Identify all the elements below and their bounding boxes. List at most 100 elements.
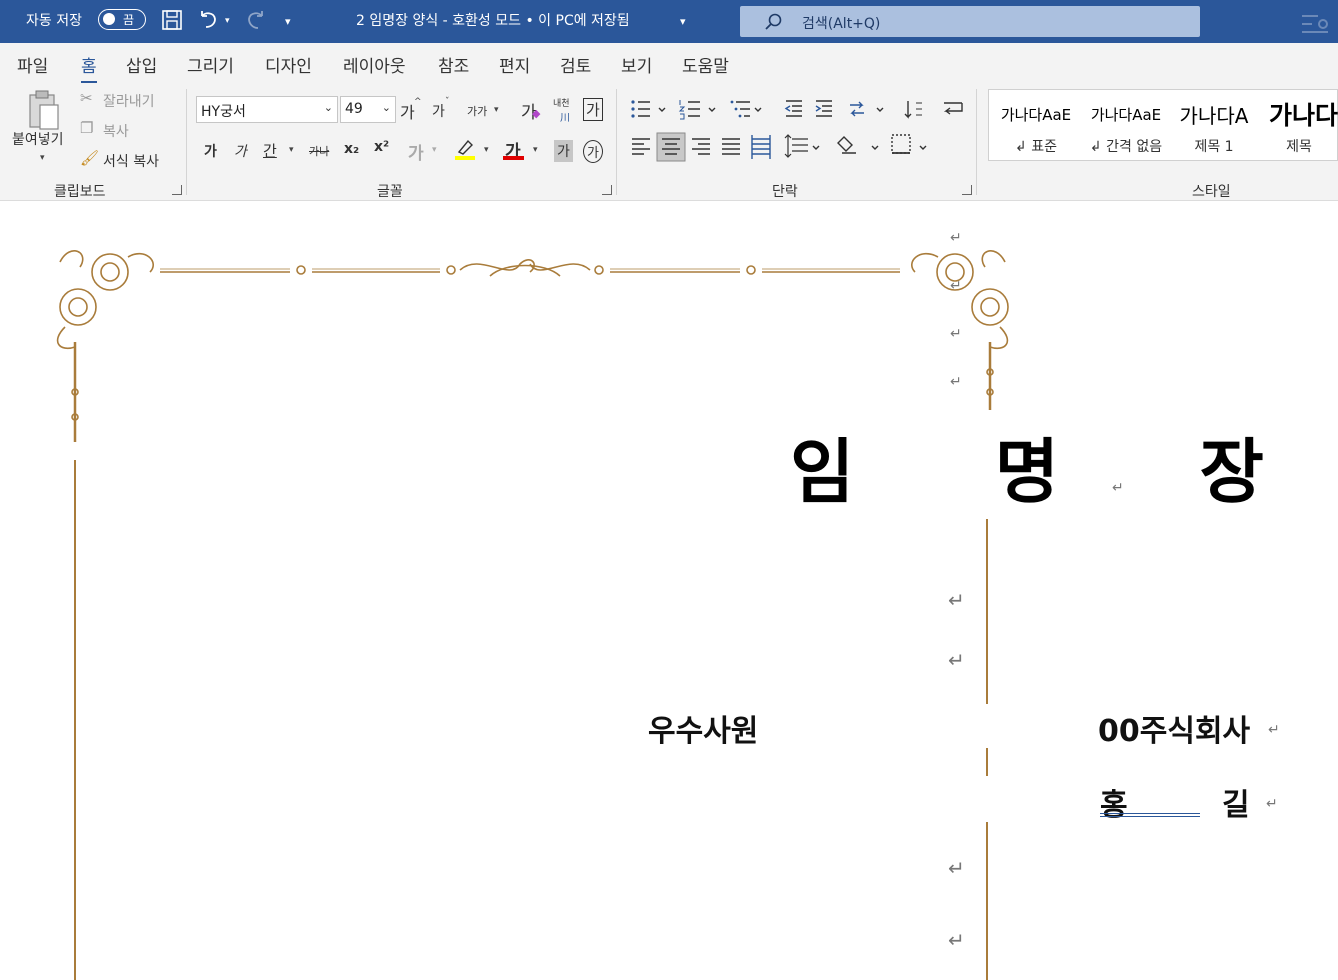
chevron-down-icon[interactable]: ▾ [533, 145, 538, 155]
distribute-icon [751, 135, 771, 159]
company-text[interactable]: 00주식회사 [1098, 706, 1250, 750]
grow-arrow-icon: ^ [414, 97, 422, 107]
format-painter-icon: 🖌 [80, 149, 100, 167]
paragraph-mark: ↵ [1266, 796, 1278, 812]
font-launcher-icon[interactable] [602, 185, 612, 195]
font-group-label: 글꼴 [377, 184, 403, 200]
tab-layout[interactable]: 레이아웃 [343, 52, 406, 77]
recipient-text[interactable]: 우수사원 [648, 706, 758, 750]
ribbon-home: 붙여넣기 ▾ ✂ 잘라내기 ❐ 복사 🖌 서식 복사 클립보드 HY궁서 ⌄ 4… [0, 83, 1338, 201]
sort-icon [904, 101, 922, 119]
style-no-spacing[interactable]: 가나다AaE ↲ 간격 없음 [1085, 90, 1167, 162]
shrink-font-button[interactable]: 가 [432, 101, 445, 121]
grow-font-button[interactable]: 가 [400, 99, 415, 123]
tab-view[interactable]: 보기 [621, 52, 652, 77]
customize-toolbar-icon[interactable]: ▾ [285, 15, 291, 28]
search-icon [765, 13, 782, 30]
tab-insert[interactable]: 삽입 [126, 52, 157, 77]
increase-indent-icon [815, 100, 832, 117]
bullets-icon [631, 100, 650, 118]
font-size-value: 49 [345, 101, 363, 117]
cut-button[interactable]: 잘라내기 [103, 91, 155, 111]
copy-button[interactable]: 복사 [103, 121, 129, 141]
style-preview: 가나다A [1179, 104, 1249, 128]
numbering-icon [678, 100, 700, 120]
style-name: 제목 1 [1194, 139, 1234, 155]
underline-button[interactable]: 간 [263, 140, 277, 161]
spellcheck-underline [1100, 813, 1200, 817]
paste-icon[interactable] [24, 89, 64, 133]
paragraph-mark: ↵ [1268, 722, 1280, 738]
shrink-arrow-icon: ˇ [445, 97, 450, 107]
style-preview: 가나다AaE [1090, 106, 1162, 124]
person-name-text[interactable]: 홍 길 동 [1100, 780, 1338, 824]
paragraph-group-label: 단락 [772, 184, 798, 200]
chevron-down-icon[interactable]: ▾ [484, 145, 489, 155]
styles-gallery: 가나다AaE ↲ 표준 가나다AaE ↲ 간격 없음 가나다A 제목 1 가나다… [988, 89, 1338, 161]
divider [616, 89, 617, 195]
enclose-chars-button[interactable]: 가 [583, 140, 603, 163]
superscript-button[interactable]: x² [374, 139, 389, 155]
paste-button[interactable]: 붙여넣기 [12, 129, 64, 149]
undo-icon[interactable] [196, 8, 220, 32]
save-icon[interactable] [160, 8, 184, 32]
tab-review[interactable]: 검토 [560, 52, 591, 77]
char-border-button[interactable]: 가 [583, 98, 603, 121]
multilevel-list-icon [730, 100, 750, 118]
cut-icon: ✂ [80, 89, 93, 107]
paragraph-mark: ↵ [948, 648, 965, 672]
shading-icon [837, 136, 856, 154]
chevron-down-icon[interactable]: ▾ [289, 145, 294, 155]
tab-help[interactable]: 도움말 [682, 52, 729, 77]
style-name: ↲ 표준 [1015, 139, 1057, 155]
style-title[interactable]: 가나다 제목 [1259, 90, 1338, 162]
divider [976, 89, 977, 195]
style-heading-1[interactable]: 가나다A 제목 1 [1175, 90, 1253, 162]
autosave-label: 자동 저장 [26, 13, 82, 29]
autosave-toggle[interactable]: 끔 [98, 9, 146, 30]
style-normal[interactable]: 가나다AaE ↲ 표준 [995, 90, 1077, 162]
clipboard-launcher-icon[interactable] [172, 185, 182, 195]
paragraph-mark: ↵ [950, 278, 962, 294]
redo-icon[interactable] [244, 8, 268, 32]
subscript-button[interactable]: x₂ [344, 141, 359, 157]
phonetic-guide-button[interactable]: 내천 [553, 96, 570, 109]
paragraph-launcher-icon[interactable] [962, 185, 972, 195]
designer-icon[interactable] [1298, 8, 1338, 38]
tab-references[interactable]: 참조 [438, 52, 469, 77]
style-preview: 가나다AaE [1000, 106, 1072, 124]
font-name-combo[interactable]: HY궁서 ⌄ [196, 96, 338, 123]
tab-design[interactable]: 디자인 [265, 52, 312, 77]
font-size-combo[interactable]: 49 ⌄ [340, 96, 396, 123]
text-effects-button[interactable]: 가 [408, 139, 424, 164]
paragraph-mark: ↵ [948, 928, 965, 952]
char-shading-button[interactable]: 가 [554, 140, 573, 162]
chevron-down-icon[interactable]: ▾ [432, 145, 437, 155]
highlighter-icon[interactable] [454, 137, 476, 161]
title-bar: 자동 저장 끔 ▾ ▾ 2 임명장 양식 - 호환성 모드 • 이 PC에 저장… [0, 0, 1338, 43]
font-name-value: HY궁서 [201, 104, 246, 120]
format-painter-button[interactable]: 서식 복사 [103, 151, 159, 171]
line-spacing-icon [784, 134, 808, 158]
tab-home[interactable]: 홈 [81, 52, 97, 84]
title-dropdown-icon[interactable]: ▾ [680, 15, 686, 28]
tab-file[interactable]: 파일 [17, 52, 48, 77]
chevron-down-icon[interactable]: ▾ [494, 105, 499, 115]
undo-dropdown-icon[interactable]: ▾ [225, 16, 230, 26]
eraser-icon: ◆ [532, 107, 541, 120]
italic-button[interactable]: 가 [234, 141, 247, 161]
paragraph-tools [631, 100, 963, 162]
font-color-bar [503, 156, 524, 160]
search-box[interactable]: 검색(Alt+Q) [740, 6, 1200, 37]
tab-mailings[interactable]: 편지 [499, 52, 530, 77]
paragraph-mark: ↵ [948, 856, 965, 880]
change-case-button[interactable]: 가가 [467, 103, 487, 119]
document-title-text[interactable]: 임 명 장 [790, 416, 1322, 517]
document-page[interactable]: ↵ ↵ ↵ ↵ 임 명 장 ↵ ↵ ↵ 우수사원 00주식회사 ↵ 홍 길 동 … [0, 202, 1338, 980]
strikethrough-button[interactable]: 가나 [309, 143, 329, 159]
bold-button[interactable]: 가 [204, 141, 217, 161]
show-marks-icon [943, 102, 963, 115]
paste-dropdown-icon[interactable]: ▾ [40, 153, 45, 163]
divider [186, 89, 187, 195]
tab-draw[interactable]: 그리기 [187, 52, 234, 77]
